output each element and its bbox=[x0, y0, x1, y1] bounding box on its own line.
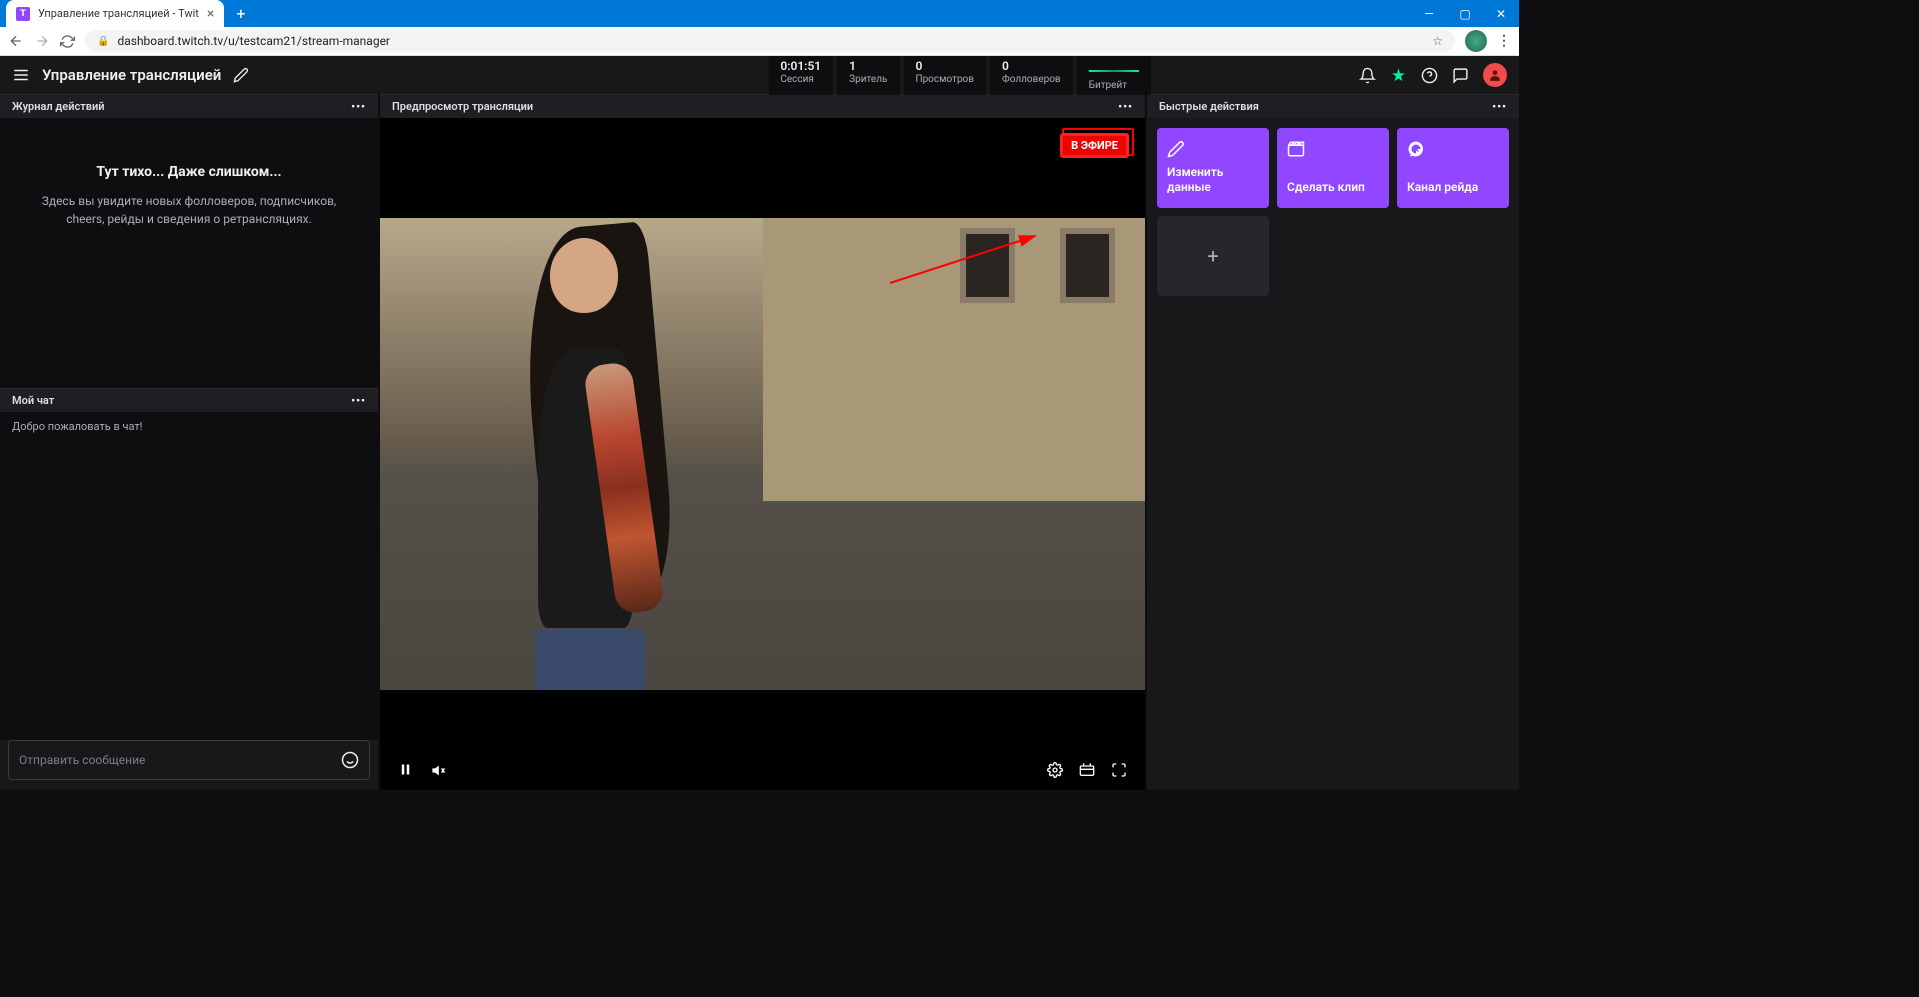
qa-edit-info[interactable]: Изменить данные bbox=[1157, 128, 1269, 208]
pencil-icon bbox=[1167, 140, 1259, 158]
stream-preview: В ЭФИРЕ bbox=[380, 118, 1145, 790]
chat-welcome-message: Добро пожаловать в чат! bbox=[12, 420, 366, 433]
forward-button[interactable] bbox=[34, 33, 50, 49]
stat-session-label: Сессия bbox=[780, 74, 821, 85]
twitch-favicon-icon: T bbox=[16, 7, 30, 21]
clip-button[interactable] bbox=[1079, 762, 1095, 778]
bookmark-star-icon[interactable]: ☆ bbox=[1432, 34, 1443, 48]
address-bar[interactable]: 🔒 dashboard.twitch.tv/u/testcam21/stream… bbox=[85, 30, 1455, 52]
activity-empty-title: Тут тихо... Даже слишком... bbox=[96, 164, 281, 180]
browser-menu-button[interactable]: ⋮ bbox=[1497, 33, 1511, 49]
stat-views: 0 Просмотров bbox=[903, 56, 986, 95]
preview-panel-menu-button[interactable]: ••• bbox=[1118, 100, 1133, 113]
activity-empty-description: Здесь вы увидите новых фолловеров, подпи… bbox=[28, 192, 350, 228]
pause-button[interactable] bbox=[398, 762, 413, 779]
fullscreen-button[interactable] bbox=[1111, 762, 1127, 778]
quick-actions-menu-button[interactable]: ••• bbox=[1492, 100, 1507, 113]
app-header: Управление трансляцией 0:01:51 Сессия 1 … bbox=[0, 56, 1519, 94]
hamburger-menu-button[interactable] bbox=[12, 66, 30, 84]
stat-views-value: 0 bbox=[915, 60, 974, 72]
lock-icon: 🔒 bbox=[97, 36, 109, 47]
stat-followers-label: Фолловеров bbox=[1002, 74, 1061, 85]
quick-actions-title: Быстрые действия bbox=[1159, 100, 1259, 113]
help-button[interactable] bbox=[1421, 67, 1438, 84]
qa-clip-label: Сделать клип bbox=[1287, 180, 1379, 196]
browser-tab[interactable]: T Управление трансляцией - Twit × bbox=[6, 0, 224, 27]
chat-panel-menu-button[interactable]: ••• bbox=[351, 394, 366, 407]
player-controls bbox=[380, 750, 1145, 790]
tab-strip: T Управление трансляцией - Twit × + bbox=[0, 0, 245, 27]
stream-video-frame bbox=[380, 218, 1145, 690]
stat-bitrate-label: Битрейт bbox=[1089, 80, 1139, 91]
qa-raid[interactable]: Канал рейда bbox=[1397, 128, 1509, 208]
quick-actions-panel-header: Быстрые действия ••• bbox=[1147, 94, 1519, 118]
activity-panel-title: Журнал действий bbox=[12, 100, 104, 113]
chat-panel-title: Мой чат bbox=[12, 394, 54, 407]
minimize-button[interactable]: — bbox=[1411, 0, 1447, 27]
chat-messages: Добро пожаловать в чат! bbox=[0, 412, 378, 740]
settings-button[interactable] bbox=[1047, 762, 1063, 778]
back-button[interactable] bbox=[8, 33, 24, 49]
new-tab-button[interactable]: + bbox=[236, 4, 245, 23]
stream-stats: 0:01:51 Сессия 1 Зритель 0 Просмотров 0 … bbox=[768, 56, 1150, 95]
stat-session-value: 0:01:51 bbox=[780, 60, 821, 72]
user-avatar[interactable] bbox=[1483, 63, 1507, 87]
chat-input-container bbox=[8, 740, 370, 780]
edit-title-button[interactable] bbox=[233, 67, 249, 83]
chat-input[interactable] bbox=[19, 753, 333, 767]
stat-followers: 0 Фолловеров bbox=[990, 56, 1073, 95]
qa-add-action[interactable]: + bbox=[1157, 216, 1269, 296]
annotation-arrow-icon bbox=[885, 228, 1045, 288]
chat-panel-header: Мой чат ••• bbox=[0, 388, 378, 412]
close-window-button[interactable]: ✕ bbox=[1483, 0, 1519, 27]
activity-panel-menu-button[interactable]: ••• bbox=[351, 100, 366, 113]
whispers-button[interactable] bbox=[1452, 67, 1469, 84]
clapper-icon bbox=[1287, 140, 1379, 158]
activity-feed-empty: Тут тихо... Даже слишком... Здесь вы уви… bbox=[0, 118, 378, 388]
browser-nav-bar: 🔒 dashboard.twitch.tv/u/testcam21/stream… bbox=[0, 27, 1519, 56]
qa-make-clip[interactable]: Сделать клип bbox=[1277, 128, 1389, 208]
qa-edit-label: Изменить данные bbox=[1167, 165, 1259, 196]
qa-raid-label: Канал рейда bbox=[1407, 180, 1499, 196]
stat-viewers-label: Зритель bbox=[849, 74, 887, 85]
moments-button[interactable] bbox=[1390, 67, 1407, 84]
activity-panel-header: Журнал действий ••• bbox=[0, 94, 378, 118]
live-badge: В ЭФИРЕ bbox=[1060, 133, 1129, 158]
emote-picker-button[interactable] bbox=[341, 751, 359, 769]
stat-views-label: Просмотров bbox=[915, 74, 974, 85]
browser-title-bar: T Управление трансляцией - Twit × + — ▢ … bbox=[0, 0, 1519, 27]
url-text: dashboard.twitch.tv/u/testcam21/stream-m… bbox=[117, 34, 390, 48]
page-title: Управление трансляцией bbox=[42, 66, 221, 84]
plus-icon: + bbox=[1207, 244, 1218, 268]
stat-followers-value: 0 bbox=[1002, 60, 1061, 72]
maximize-button[interactable]: ▢ bbox=[1447, 0, 1483, 27]
bitrate-chart-icon bbox=[1089, 60, 1139, 78]
window-controls: — ▢ ✕ bbox=[1411, 0, 1519, 27]
raid-icon bbox=[1407, 140, 1499, 158]
reload-button[interactable] bbox=[60, 34, 75, 49]
stat-bitrate: Битрейт bbox=[1077, 56, 1151, 95]
quick-actions-grid: Изменить данные Сделать клип Канал рейда… bbox=[1147, 118, 1519, 306]
stat-viewers-value: 1 bbox=[849, 60, 887, 72]
stat-viewers: 1 Зритель bbox=[837, 56, 899, 95]
preview-panel-title: Предпросмотр трансляции bbox=[392, 100, 533, 113]
notifications-button[interactable] bbox=[1359, 67, 1376, 84]
stat-session: 0:01:51 Сессия bbox=[768, 56, 833, 95]
close-tab-icon[interactable]: × bbox=[207, 6, 214, 22]
tab-title: Управление трансляцией - Twit bbox=[38, 7, 199, 20]
extension-avatar-icon[interactable] bbox=[1465, 30, 1487, 52]
volume-button[interactable] bbox=[431, 762, 448, 779]
preview-panel-header: Предпросмотр трансляции ••• bbox=[380, 94, 1145, 118]
